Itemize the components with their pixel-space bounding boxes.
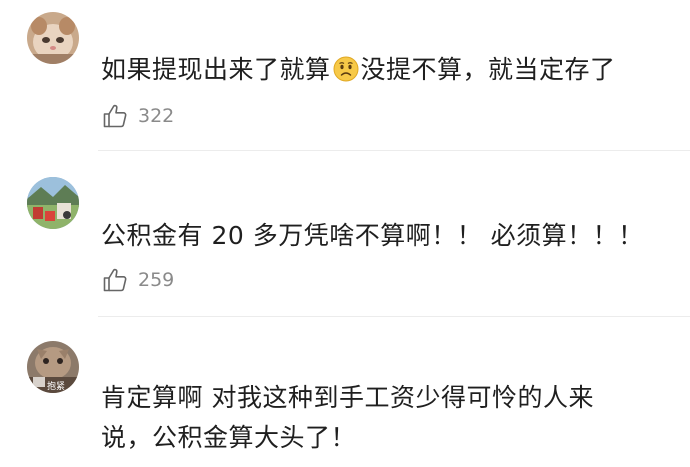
avatar[interactable] [27, 12, 79, 64]
like-button[interactable]: 322 [102, 101, 174, 131]
like-button[interactable]: 259 [102, 265, 174, 295]
divider [98, 316, 690, 317]
worried-face-emoji [333, 54, 359, 82]
comment-text: 公积金有 20 多万凭啥不算啊！！ 必须算！！！ [101, 221, 644, 250]
cat-hug-avatar: 抱紧 [27, 341, 79, 393]
comment-text-line: 肯定算啊 对我这种到手工资少得可怜的人来 [101, 383, 594, 412]
divider [98, 150, 690, 151]
like-count: 322 [138, 105, 175, 127]
like-count: 259 [138, 269, 175, 291]
avatar[interactable] [27, 177, 79, 229]
landscape-avatar [27, 177, 79, 229]
thumbs-up-icon [103, 104, 127, 128]
comment-text-part: 没提不算，就当定存了 [360, 55, 616, 84]
comment-text: 肯定算啊 对我这种到手工资少得可怜的人来 说，公积金算大头了！ [101, 378, 671, 458]
comment-text-part: 如果提现出来了就算 [101, 55, 331, 84]
thumbs-up-icon [103, 268, 127, 292]
comment-text-line: 说，公积金算大头了！ [101, 423, 357, 452]
avatar-caption: 抱紧 [47, 380, 65, 392]
comment-text: 如果提现出来了就算 没提不算，就当定存了 [101, 50, 671, 90]
cat-face-avatar [27, 12, 79, 64]
avatar[interactable]: 抱紧 [27, 341, 79, 393]
